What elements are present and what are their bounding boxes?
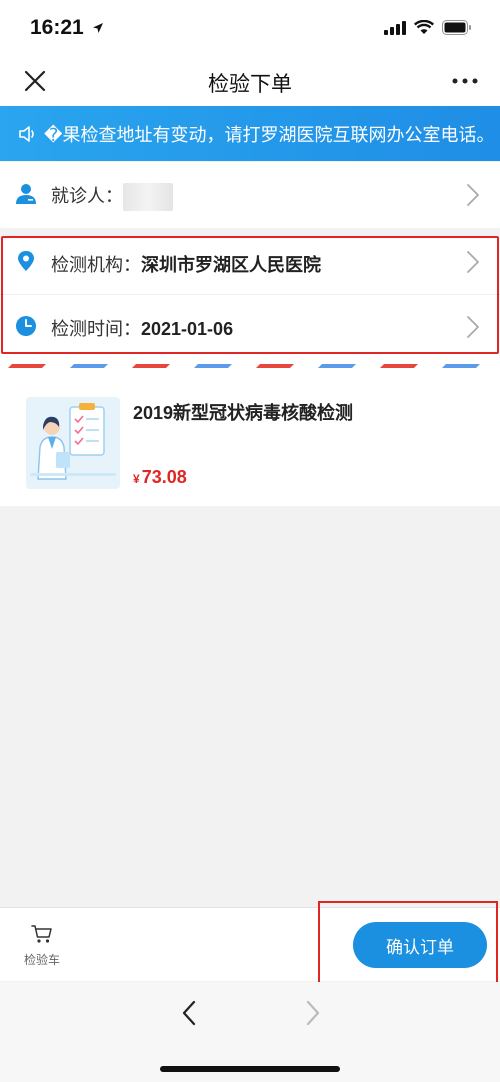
home-indicator[interactable]: [160, 1066, 340, 1072]
wifi-icon: [414, 20, 434, 34]
navigation-arrow-icon: [92, 23, 103, 33]
institution-row[interactable]: 检测机构：深圳市罗湖区人民医院: [0, 236, 500, 295]
status-time-text: 16:21: [30, 16, 84, 39]
battery-icon: [442, 20, 471, 35]
patient-label-wrap: 就诊人：: [51, 182, 173, 212]
institution-label-wrap: 检测机构：深圳市罗湖区人民医院: [51, 251, 321, 277]
browser-nav-bar: [0, 982, 500, 1082]
chevron-right-icon[interactable]: [466, 250, 480, 274]
nav-bar: 检验下单: [0, 58, 500, 106]
back-arrow-icon[interactable]: [178, 996, 200, 1030]
price-currency: ¥: [133, 472, 140, 486]
product-thumbnail[interactable]: [26, 397, 120, 489]
product-card[interactable]: 2019新型冠状病毒核酸检测 ¥73.08: [0, 380, 500, 506]
status-bar: 16:21: [0, 0, 500, 58]
stripe-pattern: [8, 364, 480, 368]
test-time-row[interactable]: 检测时间：2021-01-06: [0, 295, 500, 354]
envelope-stripe: [0, 354, 500, 380]
signal-icon: [384, 20, 406, 35]
product-price: ¥73.08: [133, 467, 187, 488]
notice-banner: �果检查地址有变动，请打罗湖医院互联网办公室电话。: [0, 106, 500, 161]
person-icon: [16, 184, 36, 204]
product-name[interactable]: 2019新型冠状病毒核酸检测: [133, 399, 353, 425]
patient-label: 就诊人：: [51, 186, 123, 206]
confirm-order-button[interactable]: 确认订单: [353, 922, 487, 968]
patient-name-blurred: [123, 183, 173, 212]
status-time: 16:21: [30, 16, 104, 40]
patient-row[interactable]: 就诊人：: [0, 162, 500, 228]
chevron-right-icon[interactable]: [466, 183, 480, 207]
clock-icon: [16, 316, 36, 336]
section-gap: [0, 228, 500, 236]
more-icon[interactable]: [450, 68, 480, 94]
chevron-right-icon[interactable]: [466, 315, 480, 339]
test-time-label-wrap: 检测时间：2021-01-06: [51, 315, 233, 341]
bottom-action-bar: 检验车 确认订单: [0, 901, 500, 989]
forward-arrow-icon: [306, 1000, 320, 1026]
price-value: 73.08: [141, 467, 187, 487]
cart-icon: [31, 925, 52, 943]
page-title: 检验下单: [208, 73, 292, 96]
notice-text: �果检查地址有变动，请打罗湖医院互联网办公室电话。: [44, 124, 495, 145]
institution-label: 检测机构：: [51, 255, 141, 275]
location-pin-icon: [18, 251, 34, 271]
test-time-value: 2021-01-06: [141, 319, 234, 339]
cart-button[interactable]: 检验车: [22, 924, 62, 968]
doctor-illustration-icon: [30, 403, 116, 480]
test-time-label: 检测时间：: [51, 319, 141, 339]
institution-value: 深圳市罗湖区人民医院: [141, 255, 321, 275]
status-icons: [384, 20, 472, 35]
speaker-icon: [19, 125, 34, 142]
cart-label: 检验车: [23, 953, 60, 967]
